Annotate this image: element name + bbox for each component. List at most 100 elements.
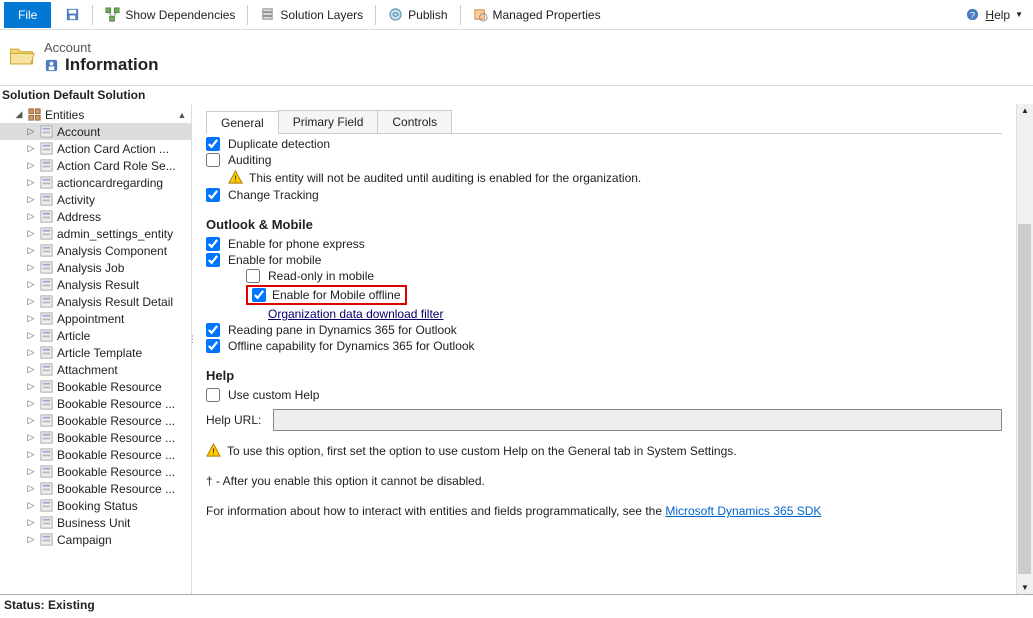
expand-icon[interactable]: ▷ [26,194,36,205]
show-dependencies-button[interactable]: Show Dependencies [99,4,241,25]
offline-capability-checkbox[interactable] [206,339,220,353]
entity-icon [39,141,54,156]
publish-button[interactable]: Publish [382,4,453,25]
expand-icon[interactable]: ▷ [26,347,36,358]
tree-item[interactable]: ▷Address [0,208,191,225]
managed-properties-button[interactable]: Managed Properties [467,4,607,25]
tree-item[interactable]: ▷Bookable Resource [0,378,191,395]
svg-text:!: ! [212,446,214,456]
scroll-down-icon[interactable]: ▼ [1019,581,1031,594]
change-tracking-checkbox[interactable] [206,188,220,202]
expand-icon[interactable]: ▷ [26,517,36,528]
expand-icon[interactable]: ▷ [26,143,36,154]
tree-item[interactable]: ▷Campaign [0,531,191,548]
expand-icon[interactable]: ▷ [26,364,36,375]
tree-item[interactable]: ▷Account [0,123,191,140]
enable-phone-express-checkbox[interactable] [206,237,220,251]
help-button[interactable]: ? Help ▼ [959,4,1029,25]
expand-icon[interactable]: ▷ [26,415,36,426]
tree-item[interactable]: ▷Article [0,327,191,344]
solution-layers-button[interactable]: Solution Layers [254,4,369,25]
expand-icon[interactable]: ▷ [26,432,36,443]
duplicate-detection-checkbox[interactable] [206,137,220,151]
tree-item-label: Action Card Role Se... [57,159,176,173]
entity-icon [39,294,54,309]
enable-mobile-offline-checkbox[interactable] [252,288,266,302]
tree-item[interactable]: ▷ Action Card Role Se... [0,157,191,174]
tree-item-label: Business Unit [57,516,130,530]
expand-icon[interactable]: ▷ [26,330,36,341]
tab-controls[interactable]: Controls [377,110,452,133]
tree-item[interactable]: ▷Appointment [0,310,191,327]
expand-icon[interactable]: ▷ [26,296,36,307]
tab-general[interactable]: General [206,111,279,134]
tree-item[interactable]: ▷ admin_settings_entity [0,225,191,242]
toolbar-separator [92,5,93,25]
tree-item[interactable]: ▷Action Card Action ... [0,140,191,157]
expand-icon[interactable]: ▷ [26,449,36,460]
entity-icon [39,464,54,479]
tree-item[interactable]: ▷Analysis Component [0,242,191,259]
collapse-icon[interactable]: ◢ [14,109,24,120]
expand-icon[interactable]: ▷ [26,228,36,239]
expand-icon[interactable]: ▷ [26,126,36,137]
expand-icon[interactable]: ▷ [26,483,36,494]
offline-capability-label: Offline capability for Dynamics 365 for … [228,339,475,353]
tree-item-label: admin_settings_entity [57,227,173,241]
auditing-checkbox[interactable] [206,153,220,167]
form-area: General Primary Field Controls Duplicate… [192,104,1016,594]
tree-item[interactable]: ▷Analysis Result Detail [0,293,191,310]
chevron-down-icon: ▼ [1015,10,1023,19]
tab-primary-field[interactable]: Primary Field [278,110,379,133]
tree-item[interactable]: ▷ Bookable Resource ... [0,429,191,446]
entity-icon [39,430,54,445]
scroll-up-icon[interactable]: ▲ [177,110,187,120]
expand-icon[interactable]: ▷ [26,160,36,171]
splitter-handle-icon[interactable]: ⋮ [188,334,197,345]
tree-item[interactable]: ▷ Business Unit [0,514,191,531]
expand-icon[interactable]: ▷ [26,534,36,545]
expand-icon[interactable]: ▷ [26,466,36,477]
use-custom-help-checkbox[interactable] [206,388,220,402]
reading-pane-checkbox[interactable] [206,323,220,337]
expand-icon[interactable]: ▷ [26,262,36,273]
tree-item[interactable]: ▷Attachment [0,361,191,378]
expand-icon[interactable]: ▷ [26,500,36,511]
tree-item[interactable]: ▷Booking Status [0,497,191,514]
expand-icon[interactable]: ▷ [26,177,36,188]
expand-icon[interactable]: ▷ [26,313,36,324]
readonly-mobile-checkbox[interactable] [246,269,260,283]
tree-item[interactable]: ▷Bookable Resource ... [0,412,191,429]
tree-item-label: Bookable Resource ... [57,431,175,445]
tree-item[interactable]: ▷Activity [0,191,191,208]
tree-item[interactable]: ▷Bookable Resource ... [0,446,191,463]
enable-mobile-checkbox[interactable] [206,253,220,267]
help-url-input[interactable] [273,409,1002,431]
scroll-thumb[interactable] [1018,224,1031,574]
entity-icon [39,345,54,360]
tree-item[interactable]: ▷Bookable Resource ... [0,395,191,412]
tree-item[interactable]: ▷Analysis Job [0,259,191,276]
tree-item[interactable]: ▷ actioncardregarding [0,174,191,191]
scroll-up-icon[interactable]: ▲ [1019,104,1031,117]
file-button[interactable]: File [4,2,51,28]
org-data-filter-link[interactable]: Organization data download filter [268,307,443,321]
vertical-scrollbar[interactable]: ▲ ▼ [1016,104,1033,594]
sdk-link[interactable]: Microsoft Dynamics 365 SDK [665,504,821,518]
tree-item[interactable]: ▷Article Template [0,344,191,361]
tabs: General Primary Field Controls [206,110,1002,134]
expand-icon[interactable]: ▷ [26,398,36,409]
expand-icon[interactable]: ▷ [26,211,36,222]
toolbar-separator [375,5,376,25]
expand-icon[interactable]: ▷ [26,279,36,290]
tree-item[interactable]: ▷ Bookable Resource ... [0,463,191,480]
sdk-note: For information about how to interact wi… [206,504,1002,518]
expand-icon[interactable]: ▷ [26,381,36,392]
tree-item-label: Bookable Resource ... [57,465,175,479]
expand-icon[interactable]: ▷ [26,245,36,256]
save-button[interactable] [59,4,86,25]
tree-root-entities[interactable]: ◢Entities▲ [0,106,191,123]
tree-item[interactable]: ▷Analysis Result [0,276,191,293]
tree-item[interactable]: ▷Bookable Resource ... [0,480,191,497]
tree-item-label: actioncardregarding [57,176,163,190]
